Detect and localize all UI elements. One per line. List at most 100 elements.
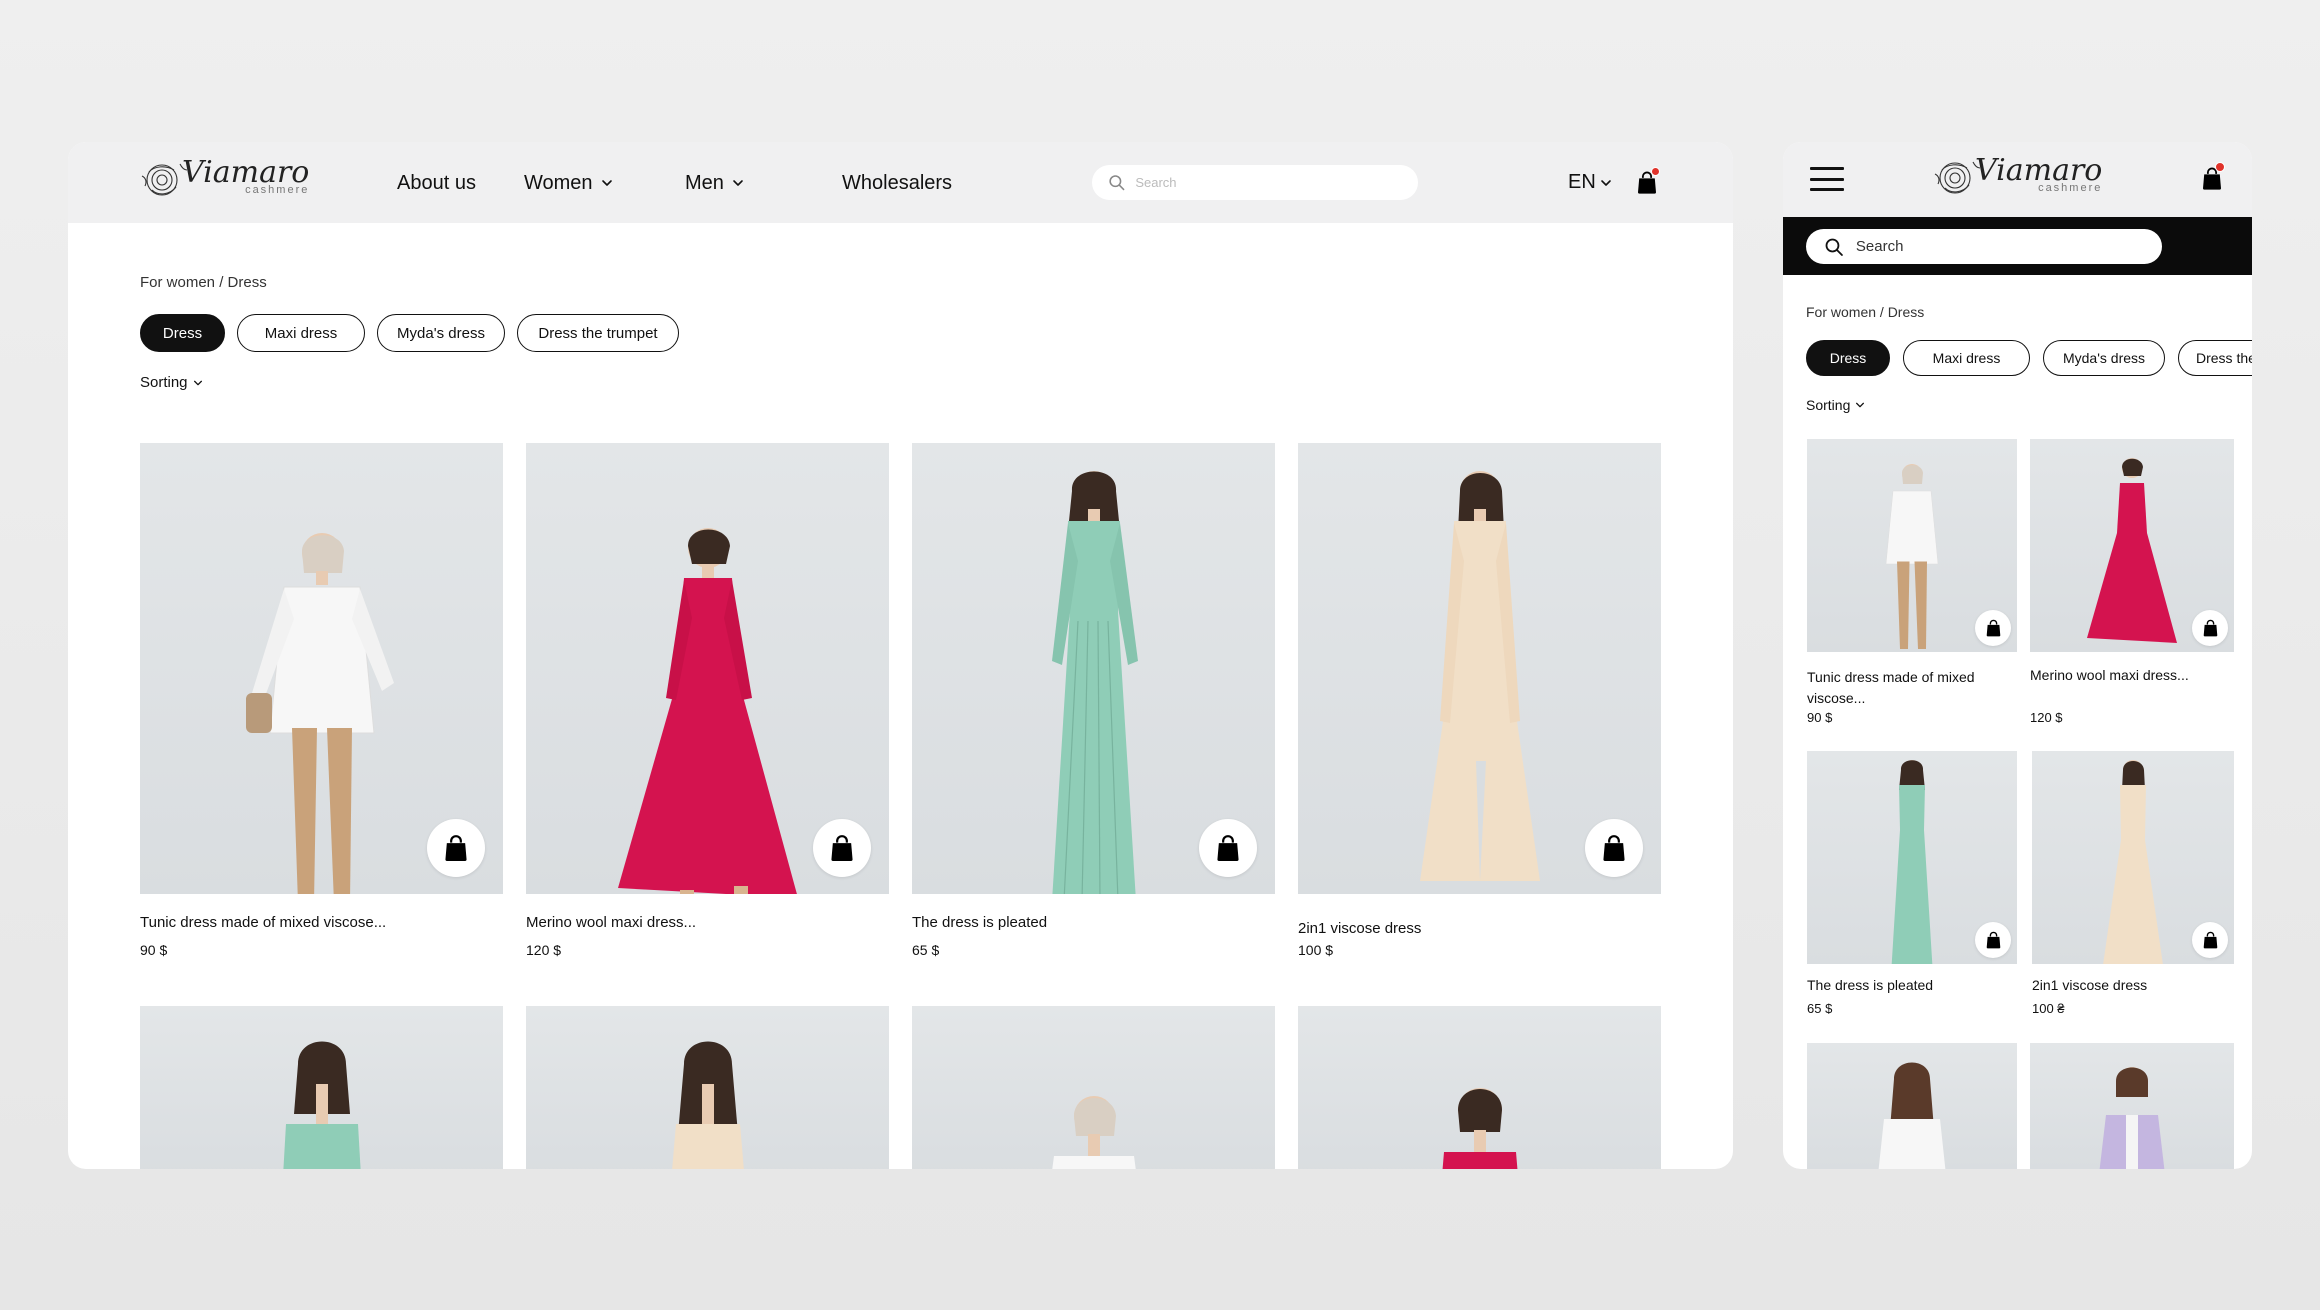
chevron-down-icon bbox=[1855, 400, 1865, 410]
product-name[interactable]: The dress is pleated bbox=[1807, 977, 1933, 993]
product-image[interactable] bbox=[2030, 439, 2234, 652]
model-photo bbox=[1442, 1088, 1517, 1169]
product-card[interactable]: Merino wool maxi dress... 120 $ bbox=[2030, 439, 2234, 725]
language-selector[interactable]: EN bbox=[1568, 171, 1612, 194]
product-name[interactable]: 2in1 viscose dress bbox=[2032, 977, 2147, 993]
brand-sub: cashmere bbox=[245, 184, 310, 196]
product-card[interactable] bbox=[2030, 1043, 2234, 1169]
brand-logo[interactable]: Viamaro cashmere bbox=[140, 156, 309, 200]
product-name[interactable]: 2in1 viscose dress bbox=[1298, 920, 1421, 937]
product-card[interactable] bbox=[912, 1006, 1275, 1169]
shopping-bag-icon bbox=[2202, 619, 2219, 637]
product-price: 90 $ bbox=[1807, 710, 1833, 725]
product-image[interactable] bbox=[1807, 751, 2017, 964]
chip-dress-trumpet[interactable]: Dress the bbox=[2178, 340, 2252, 376]
sorting-label: Sorting bbox=[1806, 397, 1851, 413]
product-card[interactable] bbox=[526, 1006, 889, 1169]
product-image[interactable] bbox=[1298, 443, 1661, 894]
model-photo bbox=[2103, 760, 2163, 964]
shopping-bag-icon bbox=[1985, 619, 2002, 637]
rose-logo-icon bbox=[140, 156, 188, 200]
product-image[interactable] bbox=[2032, 751, 2234, 964]
product-image[interactable] bbox=[912, 443, 1275, 894]
product-name[interactable]: Tunic dress made of mixed viscose... bbox=[140, 914, 386, 931]
nav-wholesalers[interactable]: Wholesalers bbox=[842, 171, 952, 195]
desktop-header: Viamaro cashmere About us Women Men Whole… bbox=[68, 142, 1733, 223]
search-icon bbox=[1824, 236, 1844, 258]
product-image[interactable] bbox=[526, 443, 889, 894]
add-to-cart-button[interactable] bbox=[1585, 819, 1643, 877]
product-card[interactable]: The dress is pleated 65 $ bbox=[1807, 751, 2017, 1016]
brand-logo[interactable]: Viamaro cashmere bbox=[1933, 154, 2102, 198]
product-image[interactable] bbox=[912, 1006, 1275, 1169]
nav-about-us[interactable]: About us bbox=[397, 171, 476, 195]
chip-dress[interactable]: Dress bbox=[1806, 340, 1890, 376]
breadcrumb[interactable]: For women / Dress bbox=[1806, 304, 1924, 320]
product-image[interactable] bbox=[140, 443, 503, 894]
add-to-cart-button[interactable] bbox=[2192, 610, 2228, 646]
product-card[interactable]: 2in1 viscose dress 100 ₴ bbox=[2032, 751, 2234, 1016]
cart-button[interactable] bbox=[1636, 167, 1660, 195]
nav-women[interactable]: Women bbox=[524, 171, 613, 195]
add-to-cart-button[interactable] bbox=[1975, 922, 2011, 958]
product-name[interactable]: The dress is pleated bbox=[912, 914, 1047, 931]
cart-badge bbox=[2215, 162, 2225, 172]
add-to-cart-button[interactable] bbox=[427, 819, 485, 877]
product-card[interactable]: Tunic dress made of mixed viscose... 90 … bbox=[140, 443, 503, 963]
model-photo bbox=[671, 1041, 744, 1169]
product-card[interactable]: Tunic dress made of mixed viscose... 90 … bbox=[1807, 439, 2017, 725]
model-photo bbox=[1885, 464, 1939, 649]
chip-myda-dress[interactable]: Myda's dress bbox=[2043, 340, 2165, 376]
product-price: 90 $ bbox=[140, 942, 168, 958]
product-card[interactable]: Merino wool maxi dress... 120 $ bbox=[526, 443, 889, 963]
model-photo bbox=[1878, 1062, 1946, 1169]
add-to-cart-button[interactable] bbox=[2192, 922, 2228, 958]
chevron-down-icon bbox=[193, 378, 203, 388]
search-box[interactable] bbox=[1092, 165, 1418, 200]
chip-maxi-dress[interactable]: Maxi dress bbox=[237, 314, 365, 352]
menu-icon[interactable] bbox=[1810, 167, 1844, 191]
model-photo bbox=[1891, 760, 1933, 964]
shopping-bag-icon bbox=[443, 834, 469, 862]
search-input[interactable] bbox=[1135, 175, 1418, 190]
chevron-down-icon bbox=[1600, 177, 1612, 189]
product-image[interactable] bbox=[2030, 1043, 2234, 1169]
product-card[interactable] bbox=[1298, 1006, 1661, 1169]
add-to-cart-button[interactable] bbox=[813, 819, 871, 877]
nav-label: Women bbox=[524, 172, 593, 194]
nav-label: About us bbox=[397, 172, 476, 194]
search-input[interactable] bbox=[1855, 238, 2162, 255]
nav-men[interactable]: Men bbox=[685, 171, 744, 195]
chip-myda-dress[interactable]: Myda's dress bbox=[377, 314, 505, 352]
shopping-bag-icon bbox=[1215, 834, 1241, 862]
chip-dress-trumpet[interactable]: Dress the trumpet bbox=[517, 314, 679, 352]
product-name[interactable]: Merino wool maxi dress... bbox=[526, 914, 696, 931]
product-image[interactable] bbox=[1807, 439, 2017, 652]
chip-dress[interactable]: Dress bbox=[140, 314, 225, 352]
product-card[interactable] bbox=[140, 1006, 503, 1169]
product-card[interactable]: 2in1 viscose dress 100 $ bbox=[1298, 443, 1661, 963]
sorting-dropdown[interactable]: Sorting bbox=[1806, 397, 1865, 413]
product-image[interactable] bbox=[1298, 1006, 1661, 1169]
chip-maxi-dress[interactable]: Maxi dress bbox=[1903, 340, 2030, 376]
sorting-dropdown[interactable]: Sorting bbox=[140, 374, 203, 391]
search-box[interactable] bbox=[1806, 229, 2162, 264]
product-card[interactable] bbox=[1807, 1043, 2017, 1169]
rose-logo-icon bbox=[1933, 154, 1981, 198]
product-price: 65 $ bbox=[1807, 1001, 1833, 1016]
product-image[interactable] bbox=[1807, 1043, 2017, 1169]
add-to-cart-button[interactable] bbox=[1975, 610, 2011, 646]
product-image[interactable] bbox=[526, 1006, 889, 1169]
model-photo bbox=[617, 528, 797, 894]
product-name[interactable]: Merino wool maxi dress... bbox=[2030, 667, 2189, 683]
cart-badge bbox=[1651, 167, 1660, 176]
add-to-cart-button[interactable] bbox=[1199, 819, 1257, 877]
category-chips: Dress Maxi dress Myda's dress Dress the … bbox=[140, 314, 679, 352]
product-image[interactable] bbox=[140, 1006, 503, 1169]
breadcrumb[interactable]: For women / Dress bbox=[140, 274, 267, 291]
cart-button[interactable] bbox=[2201, 162, 2225, 191]
product-name[interactable]: Tunic dress made of mixed viscose... bbox=[1807, 667, 1997, 709]
mobile-frame: Viamarocashmere For women / Dress Dress … bbox=[1783, 142, 2252, 1169]
nav-label: Wholesalers bbox=[842, 172, 953, 194]
product-card[interactable]: The dress is pleated 65 $ bbox=[912, 443, 1275, 963]
